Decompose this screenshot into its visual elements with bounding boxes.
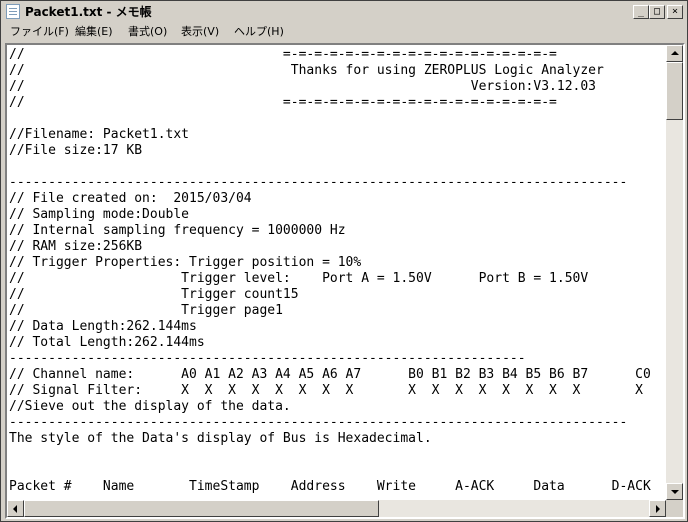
text-editor[interactable]: // =-=-=-=-=-=-=-=-=-=-=-=-=-=-=-=-=-=//… [5, 43, 685, 519]
window-title: Packet1.txt - メモ帳 [25, 5, 152, 19]
text-line: // Version:V3.12.03 [9, 79, 596, 94]
text-line: // Trigger count15 [9, 287, 299, 302]
text-line: ----------------------------------------… [9, 415, 628, 430]
menu-help[interactable]: ヘルプ(H) [234, 24, 284, 40]
arrow-right-icon [656, 505, 660, 513]
scroll-down-button[interactable] [666, 483, 683, 500]
text-line: //Sieve out the display of the data. [9, 399, 291, 414]
notepad-window: Packet1.txt - メモ帳 _ □ × ファイル(F) 編集(E) 書式… [0, 0, 688, 522]
text-line: // Internal sampling frequency = 1000000… [9, 223, 346, 238]
arrow-up-icon [671, 51, 679, 55]
menu-format[interactable]: 書式(O) [128, 24, 167, 40]
text-line: // Channel name: A0 A1 A2 A3 A4 A5 A6 A7… [9, 367, 651, 382]
text-line: // Trigger page1 [9, 303, 283, 318]
text-line: // Signal Filter: X X X X X X X X X X X … [9, 383, 643, 398]
close-button[interactable]: × [667, 5, 683, 19]
vertical-scroll-thumb[interactable] [666, 62, 683, 120]
text-line: // Trigger Properties: Trigger position … [9, 255, 362, 270]
horizontal-scroll-thumb[interactable] [24, 500, 379, 517]
text-line: // Thanks for using ZEROPLUS Logic Analy… [9, 63, 604, 78]
text-line: ----------------------------------------… [9, 175, 628, 190]
text-content[interactable]: // =-=-=-=-=-=-=-=-=-=-=-=-=-=-=-=-=-=//… [7, 45, 667, 497]
scroll-right-button[interactable] [649, 500, 666, 517]
text-line: // Sampling mode:Double [9, 207, 190, 222]
text-line: // File created on: 2015/03/04 [9, 191, 252, 206]
menu-bar: ファイル(F) 編集(E) 書式(O) 表示(V) ヘルプ(H) [3, 23, 685, 41]
horizontal-scrollbar[interactable] [7, 500, 666, 517]
scroll-up-button[interactable] [666, 45, 683, 62]
maximize-button[interactable]: □ [649, 5, 665, 19]
arrow-down-icon [671, 490, 679, 494]
scrollbar-corner [666, 500, 683, 517]
vertical-scrollbar[interactable] [666, 45, 683, 500]
text-line: //Filename: Packet1.txt [9, 127, 190, 142]
text-line: // RAM size:256KB [9, 239, 143, 254]
text-line: // =-=-=-=-=-=-=-=-=-=-=-=-=-=-=-=-=-= [9, 47, 557, 62]
text-line: // Total Length:262.144ms [9, 335, 205, 350]
minimize-button[interactable]: _ [633, 5, 649, 19]
text-line: ----------------------------------------… [9, 351, 526, 366]
title-bar[interactable]: Packet1.txt - メモ帳 _ □ × [3, 3, 685, 21]
text-line: Packet # Name TimeStamp Address Write A-… [9, 479, 651, 494]
menu-view[interactable]: 表示(V) [181, 24, 219, 40]
text-line: // Data Length:262.144ms [9, 319, 197, 334]
text-line: // =-=-=-=-=-=-=-=-=-=-=-=-=-=-=-=-=-= [9, 95, 557, 110]
notepad-icon[interactable] [6, 4, 20, 19]
menu-edit[interactable]: 編集(E) [75, 24, 113, 40]
scroll-left-button[interactable] [7, 500, 24, 517]
text-line: // Trigger level: Port A = 1.50V Port B … [9, 271, 589, 286]
text-line: The style of the Data's display of Bus i… [9, 431, 432, 446]
text-line: //File size:17 KB [9, 143, 143, 158]
menu-file[interactable]: ファイル(F) [10, 24, 69, 40]
arrow-left-icon [13, 505, 17, 513]
